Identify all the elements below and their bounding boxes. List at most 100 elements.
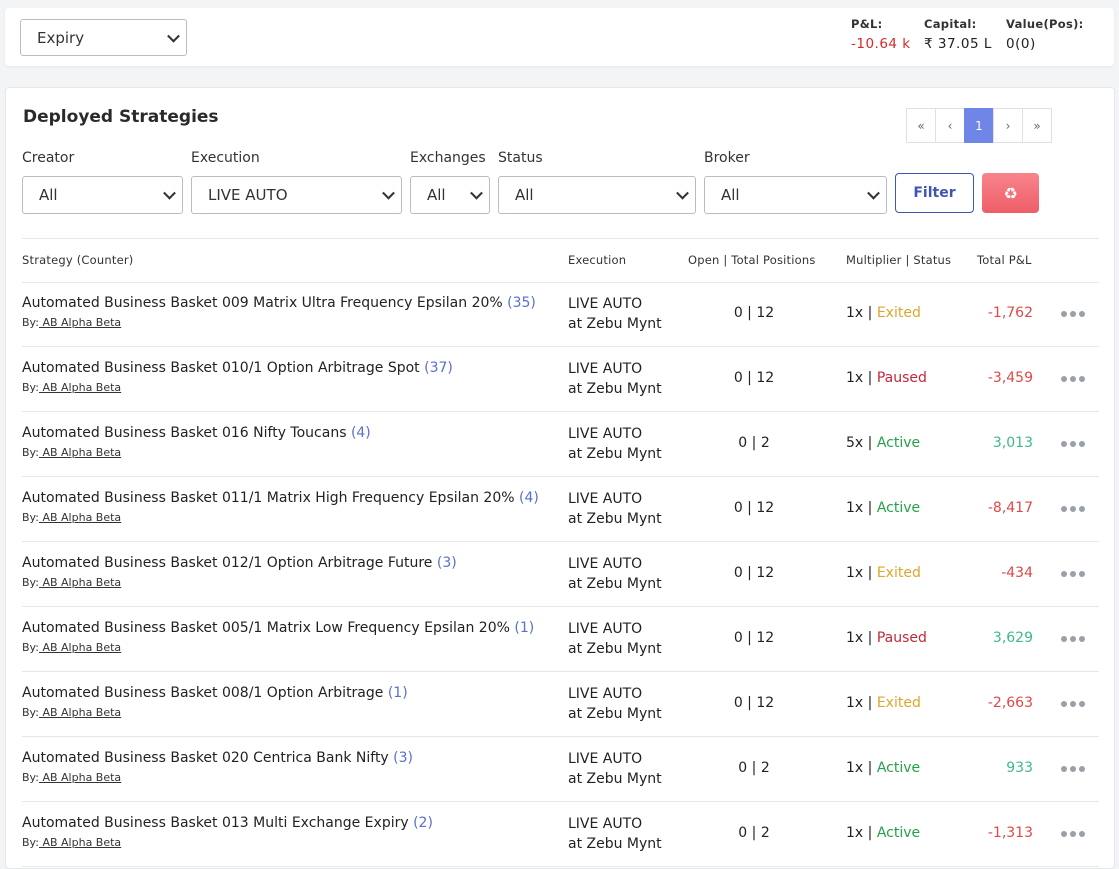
chevron-down-icon bbox=[167, 29, 180, 43]
value-value: 0(0) bbox=[1006, 36, 1036, 52]
strategy-name[interactable]: Automated Business Basket 011/1 Matrix H… bbox=[22, 490, 539, 506]
expiry-select-value: Expiry bbox=[37, 28, 85, 47]
more-options-icon[interactable] bbox=[1061, 766, 1085, 772]
table-row[interactable]: Automated Business Basket 012/1 Option A… bbox=[22, 541, 1099, 607]
execution-cell: LIVE AUTO at Zebu Mynt bbox=[568, 554, 662, 594]
creator-link[interactable]: AB Alpha Beta bbox=[39, 771, 121, 784]
creator-link[interactable]: AB Alpha Beta bbox=[39, 641, 121, 654]
table-row[interactable]: Automated Business Basket 005/1 Matrix L… bbox=[22, 606, 1099, 672]
open-positions: 0 bbox=[738, 435, 748, 451]
last-page-button[interactable]: » bbox=[1022, 108, 1052, 143]
execution-select[interactable]: LIVE AUTO bbox=[191, 176, 402, 214]
more-options-icon[interactable] bbox=[1061, 441, 1085, 447]
execution-cell: LIVE AUTO at Zebu Mynt bbox=[568, 489, 662, 529]
table-row[interactable]: Automated Business Basket 011/1 Matrix H… bbox=[22, 476, 1099, 542]
status-select[interactable]: All bbox=[498, 176, 696, 214]
multiplier: 1x bbox=[846, 825, 864, 841]
strategy-creator: By: AB Alpha Beta bbox=[22, 706, 121, 719]
multiplier: 1x bbox=[846, 565, 864, 581]
strategy-name[interactable]: Automated Business Basket 008/1 Option A… bbox=[22, 685, 408, 701]
total-positions: 2 bbox=[760, 760, 770, 776]
more-options-icon[interactable] bbox=[1061, 376, 1085, 382]
chevron-down-icon bbox=[470, 186, 483, 200]
next-page-button[interactable]: › bbox=[993, 108, 1023, 143]
execution-cell: LIVE AUTO at Zebu Mynt bbox=[568, 814, 662, 854]
creator-link[interactable]: AB Alpha Beta bbox=[39, 576, 121, 589]
execution-cell: LIVE AUTO at Zebu Mynt bbox=[568, 749, 662, 789]
table-row[interactable]: Automated Business Basket 013 Multi Exch… bbox=[22, 801, 1099, 867]
strategy-name[interactable]: Automated Business Basket 020 Centrica B… bbox=[22, 750, 413, 766]
status-badge: Paused bbox=[876, 630, 927, 646]
total-pnl: -1,313 bbox=[987, 825, 1033, 841]
pnl-stat: P&L: -10.64 k bbox=[851, 17, 911, 52]
total-positions: 12 bbox=[756, 305, 775, 321]
strategy-counter: (3) bbox=[393, 750, 414, 766]
summary-bar: Expiry P&L: -10.64 k Capital: ₹ 37.05 L … bbox=[5, 8, 1114, 66]
first-page-button[interactable]: « bbox=[906, 108, 936, 143]
creator-select-value: All bbox=[39, 186, 58, 204]
creator-link[interactable]: AB Alpha Beta bbox=[39, 381, 121, 394]
execution-mode: LIVE AUTO bbox=[568, 556, 643, 572]
strategy-name[interactable]: Automated Business Basket 013 Multi Exch… bbox=[22, 815, 433, 831]
creator-link[interactable]: AB Alpha Beta bbox=[39, 316, 121, 329]
positions-cell: 0 | 2 bbox=[738, 825, 770, 841]
strategy-name-text: Automated Business Basket 008/1 Option A… bbox=[22, 685, 384, 701]
multiplier: 1x bbox=[846, 695, 864, 711]
exchanges-select[interactable]: All bbox=[410, 176, 490, 214]
execution-select-value: LIVE AUTO bbox=[208, 186, 288, 204]
strategy-name-text: Automated Business Basket 016 Nifty Touc… bbox=[22, 425, 347, 441]
filter-button[interactable]: Filter bbox=[895, 173, 974, 213]
strategy-name[interactable]: Automated Business Basket 005/1 Matrix L… bbox=[22, 620, 534, 636]
by-label: By: bbox=[22, 771, 39, 784]
more-options-icon[interactable] bbox=[1061, 571, 1085, 577]
strategy-name[interactable]: Automated Business Basket 009 Matrix Ult… bbox=[22, 295, 536, 311]
strategy-counter: (3) bbox=[436, 555, 457, 571]
multiplier-status-cell: 1x | Active bbox=[846, 825, 921, 841]
status-badge: Exited bbox=[876, 565, 921, 581]
creator-link[interactable]: AB Alpha Beta bbox=[39, 446, 121, 459]
reset-filters-button[interactable]: ♻ bbox=[982, 173, 1039, 213]
table-row[interactable]: Automated Business Basket 016 Nifty Touc… bbox=[22, 411, 1099, 477]
execution-mode: LIVE AUTO bbox=[568, 751, 643, 767]
strategy-name[interactable]: Automated Business Basket 012/1 Option A… bbox=[22, 555, 457, 571]
creator-link[interactable]: AB Alpha Beta bbox=[39, 511, 121, 524]
multiplier: 1x bbox=[846, 500, 864, 516]
more-options-icon[interactable] bbox=[1061, 701, 1085, 707]
strategy-creator: By: AB Alpha Beta bbox=[22, 641, 121, 654]
pnl-value: -10.64 k bbox=[851, 36, 911, 52]
strategy-counter: (37) bbox=[424, 360, 453, 376]
creator-link[interactable]: AB Alpha Beta bbox=[39, 706, 121, 719]
strategy-name-text: Automated Business Basket 009 Matrix Ult… bbox=[22, 295, 503, 311]
total-pnl: -1,762 bbox=[987, 305, 1033, 321]
creator-link[interactable]: AB Alpha Beta bbox=[39, 836, 121, 849]
chevron-down-icon bbox=[382, 186, 395, 200]
more-options-icon[interactable] bbox=[1061, 506, 1085, 512]
multiplier: 1x bbox=[846, 630, 864, 646]
strategy-name[interactable]: Automated Business Basket 016 Nifty Touc… bbox=[22, 425, 371, 441]
expiry-select[interactable]: Expiry bbox=[20, 19, 187, 56]
table-row[interactable]: Automated Business Basket 009 Matrix Ult… bbox=[22, 281, 1099, 347]
page-1-button[interactable]: 1 bbox=[964, 108, 994, 143]
table-row[interactable]: Automated Business Basket 008/1 Option A… bbox=[22, 671, 1099, 737]
multiplier: 1x bbox=[846, 760, 864, 776]
execution-cell: LIVE AUTO at Zebu Mynt bbox=[568, 359, 662, 399]
col-execution: Execution bbox=[568, 253, 627, 267]
more-options-icon[interactable] bbox=[1061, 831, 1085, 837]
creator-select[interactable]: All bbox=[22, 176, 183, 214]
by-label: By: bbox=[22, 381, 39, 394]
more-options-icon[interactable] bbox=[1061, 636, 1085, 642]
positions-cell: 0 | 2 bbox=[738, 435, 770, 451]
execution-cell: LIVE AUTO at Zebu Mynt bbox=[568, 424, 662, 464]
prev-page-button[interactable]: ‹ bbox=[935, 108, 965, 143]
pnl-label: P&L: bbox=[851, 17, 883, 31]
strategy-name[interactable]: Automated Business Basket 010/1 Option A… bbox=[22, 360, 453, 376]
total-positions: 2 bbox=[760, 435, 770, 451]
table-row[interactable]: Automated Business Basket 010/1 Option A… bbox=[22, 346, 1099, 412]
more-options-icon[interactable] bbox=[1061, 311, 1085, 317]
positions-cell: 0 | 12 bbox=[733, 630, 775, 646]
open-positions: 0 bbox=[738, 825, 748, 841]
execution-mode: LIVE AUTO bbox=[568, 491, 643, 507]
status-badge: Exited bbox=[876, 695, 921, 711]
table-row[interactable]: Automated Business Basket 020 Centrica B… bbox=[22, 736, 1099, 802]
broker-select[interactable]: All bbox=[704, 176, 887, 214]
